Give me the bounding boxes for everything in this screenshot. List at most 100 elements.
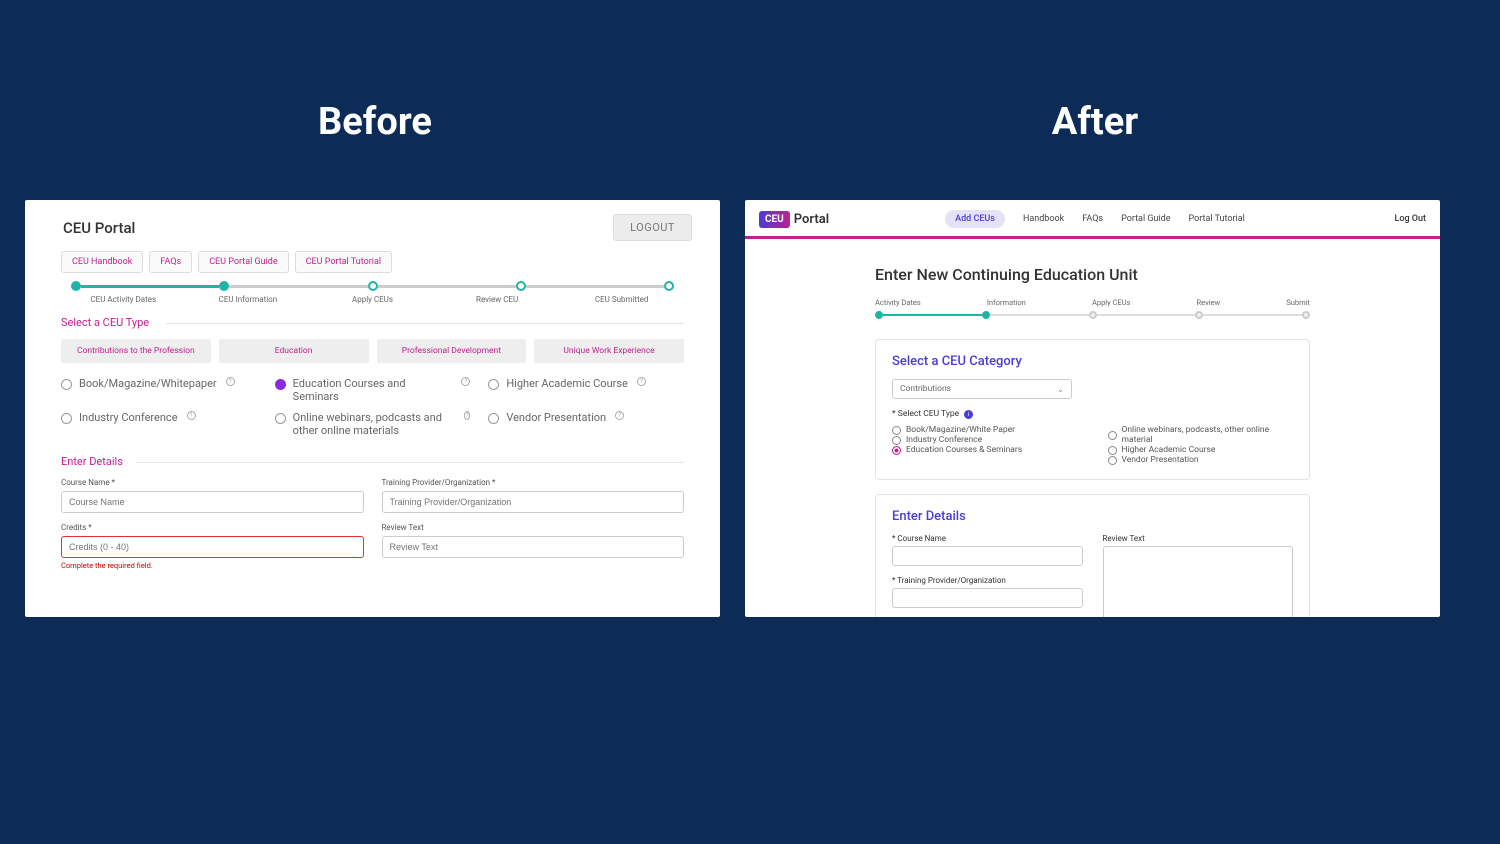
app-title: CEU Portal xyxy=(63,219,135,237)
select-value: Contributions xyxy=(900,384,951,394)
cat-prof-dev[interactable]: Professional Development xyxy=(377,339,527,363)
category-title: Select a CEU Category xyxy=(892,354,1293,369)
step-dot xyxy=(982,311,990,319)
tab-handbook[interactable]: CEU Handbook xyxy=(61,251,143,273)
cat-unique-work[interactable]: Unique Work Experience xyxy=(534,339,684,363)
review-text-input[interactable] xyxy=(382,536,685,558)
tab-faqs[interactable]: FAQs xyxy=(149,251,192,273)
tab-portal-guide[interactable]: CEU Portal Guide xyxy=(198,251,288,273)
nav-add-ceus[interactable]: Add CEUs xyxy=(945,210,1005,228)
chevron-down-icon: ⌄ xyxy=(1057,385,1064,394)
step-label: CEU Submitted xyxy=(559,295,684,304)
step-dot xyxy=(664,281,674,291)
radio-higher-academic[interactable]: Higher Academic Course? xyxy=(488,377,684,403)
radio-label: Vendor Presentation xyxy=(506,411,606,424)
step-dot xyxy=(1302,311,1310,319)
radio-industry-conf[interactable]: Industry Conference? xyxy=(61,411,257,437)
credits-input[interactable] xyxy=(61,536,364,558)
radio-label: Vendor Presentation xyxy=(1122,455,1199,465)
course-name-label: Course Name * xyxy=(61,478,364,487)
section-enter-details: Enter Details xyxy=(61,455,684,468)
radio-label: Higher Academic Course xyxy=(1122,445,1216,455)
step-dot xyxy=(1089,311,1097,319)
step-label: Activity Dates xyxy=(875,298,921,307)
help-icon[interactable]: ? xyxy=(461,377,470,386)
help-icon[interactable]: ? xyxy=(226,377,235,386)
radio-online-webinars[interactable]: Online webinars, podcasts and other onli… xyxy=(275,411,471,437)
radio-online-webinars[interactable]: Online webinars, podcasts, other online … xyxy=(1108,425,1294,445)
radio-book[interactable]: Book/Magazine/Whitepaper? xyxy=(61,377,257,403)
review-text-label: Review Text xyxy=(382,523,685,532)
radio-label: Book/Magazine/Whitepaper xyxy=(79,377,217,390)
ceu-type-radios: Book/Magazine/Whitepaper? Education Cour… xyxy=(61,377,684,437)
provider-label: * Training Provider/Organization xyxy=(892,576,1083,585)
radio-higher-academic[interactable]: Higher Academic Course xyxy=(1108,445,1294,455)
radio-label: Book/Magazine/White Paper xyxy=(906,425,1015,435)
cat-education[interactable]: Education xyxy=(219,339,369,363)
nav-faqs[interactable]: FAQs xyxy=(1082,214,1103,224)
info-icon[interactable]: i xyxy=(964,410,973,419)
step-label: Review xyxy=(1197,298,1221,307)
logout-button[interactable]: LOGOUT xyxy=(613,214,692,241)
review-text-input[interactable] xyxy=(1103,546,1294,617)
category-card: Select a CEU Category Contributions ⌄ * … xyxy=(875,339,1310,480)
course-name-label: * Course Name xyxy=(892,534,1083,543)
radio-education-courses[interactable]: Education Courses and Seminars? xyxy=(275,377,471,403)
step-dot xyxy=(516,281,526,291)
details-title: Enter Details xyxy=(892,509,1293,524)
provider-label: Training Provider/Organization * xyxy=(382,478,685,487)
provider-input[interactable] xyxy=(892,588,1083,608)
page-title: Enter New Continuing Education Unit xyxy=(875,265,1310,284)
radio-label: Online webinars, podcasts, other online … xyxy=(1122,425,1294,445)
help-icon[interactable]: ? xyxy=(637,377,646,386)
step-label: Submit xyxy=(1286,298,1310,307)
radio-label: Education Courses and Seminars xyxy=(293,377,453,403)
details-card: Enter Details * Course Name * Training P… xyxy=(875,494,1310,617)
course-name-input[interactable] xyxy=(61,491,364,513)
step-dot xyxy=(875,311,883,319)
logo[interactable]: CEU Portal xyxy=(759,211,829,228)
cat-contributions[interactable]: Contributions to the Profession xyxy=(61,339,211,363)
progress-bar xyxy=(71,281,674,291)
radio-industry-conf[interactable]: Industry Conference xyxy=(892,435,1078,445)
credits-label: Credits * xyxy=(61,523,364,532)
radio-vendor-presentation[interactable]: Vendor Presentation xyxy=(1108,455,1294,465)
step-label: Review CEU xyxy=(435,295,560,304)
step-label: Apply CEUs xyxy=(1092,298,1130,307)
review-text-label: Review Text xyxy=(1103,534,1294,543)
progress-labels: CEU Activity Dates CEU Information Apply… xyxy=(61,295,684,304)
help-icon[interactable]: ? xyxy=(464,411,470,420)
tab-portal-tutorial[interactable]: CEU Portal Tutorial xyxy=(295,251,392,273)
step-label: CEU Information xyxy=(186,295,311,304)
nav-portal-tutorial[interactable]: Portal Tutorial xyxy=(1189,214,1245,224)
nav-handbook[interactable]: Handbook xyxy=(1023,214,1064,224)
step-label: Apply CEUs xyxy=(310,295,435,304)
radio-label: Higher Academic Course xyxy=(506,377,628,390)
help-icon[interactable]: ? xyxy=(615,411,624,420)
step-dot xyxy=(219,281,229,291)
type-sublabel: * Select CEU Type i xyxy=(892,409,1293,419)
course-name-input[interactable] xyxy=(892,546,1083,566)
after-panel: CEU Portal Add CEUs Handbook FAQs Portal… xyxy=(745,200,1440,617)
radio-label: Industry Conference xyxy=(79,411,178,424)
help-icon[interactable]: ? xyxy=(187,411,196,420)
logout-link[interactable]: Log Out xyxy=(1394,214,1426,224)
category-row: Contributions to the Profession Educatio… xyxy=(61,339,684,363)
radio-education-courses[interactable]: Education Courses & Seminars xyxy=(892,445,1078,455)
step-label: CEU Activity Dates xyxy=(61,295,186,304)
progress-labels: Activity Dates Information Apply CEUs Re… xyxy=(875,298,1310,307)
radio-book[interactable]: Book/Magazine/White Paper xyxy=(892,425,1078,435)
credits-error: Complete the required field. xyxy=(61,561,364,570)
category-select[interactable]: Contributions ⌄ xyxy=(892,379,1072,399)
provider-input[interactable] xyxy=(382,491,685,513)
step-dot xyxy=(368,281,378,291)
step-dot xyxy=(1195,311,1203,319)
radio-label: Online webinars, podcasts and other onli… xyxy=(293,411,455,437)
radio-label: Education Courses & Seminars xyxy=(906,445,1022,455)
nav-portal-guide[interactable]: Portal Guide xyxy=(1121,214,1170,224)
step-label: Information xyxy=(987,298,1026,307)
before-panel: CEU Portal LOGOUT CEU Handbook FAQs CEU … xyxy=(25,200,720,617)
radio-vendor-presentation[interactable]: Vendor Presentation? xyxy=(488,411,684,437)
heading-after: After xyxy=(745,100,1445,144)
logo-box: CEU xyxy=(759,211,790,228)
